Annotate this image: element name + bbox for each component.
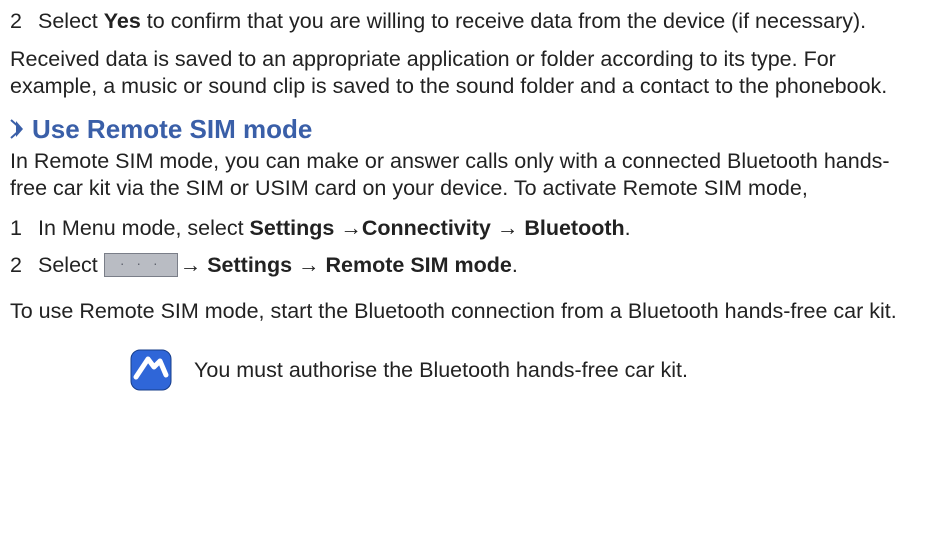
step-row: 2 Select → Settings → Remote SIM mode.: [10, 252, 915, 280]
info-icon: [130, 349, 172, 391]
note: You must authorise the Bluetooth hands-f…: [10, 349, 915, 391]
step-row: 1 In Menu mode, select Settings →Connect…: [10, 215, 915, 243]
step-text: In Menu mode, select: [38, 216, 250, 240]
section-title: Use Remote SIM mode: [32, 113, 312, 146]
note-text: You must authorise the Bluetooth hands-f…: [194, 357, 688, 385]
step-number: 2: [10, 8, 38, 36]
step-text-bold: Yes: [104, 9, 141, 33]
paragraph: To use Remote SIM mode, start the Blueto…: [10, 298, 915, 326]
step-text-post: to confirm that you are willing to recei…: [141, 9, 866, 33]
arrow: →: [497, 216, 524, 240]
chevron-right-icon: [10, 119, 24, 139]
more-menu-icon: [104, 253, 178, 277]
arrow: →: [298, 253, 325, 277]
step-number: 1: [10, 215, 38, 243]
menu-path-segment: Settings: [207, 253, 298, 277]
step-row: 2 Select Yes to confirm that you are wil…: [10, 8, 915, 36]
step-body: In Menu mode, select Settings →Connectiv…: [38, 215, 915, 243]
arrow: →: [340, 216, 362, 240]
step-text-pre: Select: [38, 9, 104, 33]
paragraph: In Remote SIM mode, you can make or answ…: [10, 148, 915, 203]
menu-path-segment: Connectivity: [362, 216, 497, 240]
step-text-post: .: [512, 253, 518, 277]
step-body: Select Yes to confirm that you are willi…: [38, 8, 915, 36]
step-number: 2: [10, 252, 38, 280]
section-heading: Use Remote SIM mode: [10, 113, 915, 146]
menu-path-segment: Bluetooth: [524, 216, 624, 240]
paragraph: Received data is saved to an appropriate…: [10, 46, 915, 101]
menu-path-segment: Settings: [250, 216, 341, 240]
arrow: →: [180, 253, 207, 277]
step-text: Select: [38, 253, 104, 277]
menu-path-segment: Remote SIM mode: [326, 253, 512, 277]
step-body: Select → Settings → Remote SIM mode.: [38, 252, 915, 280]
step-text-post: .: [625, 216, 631, 240]
